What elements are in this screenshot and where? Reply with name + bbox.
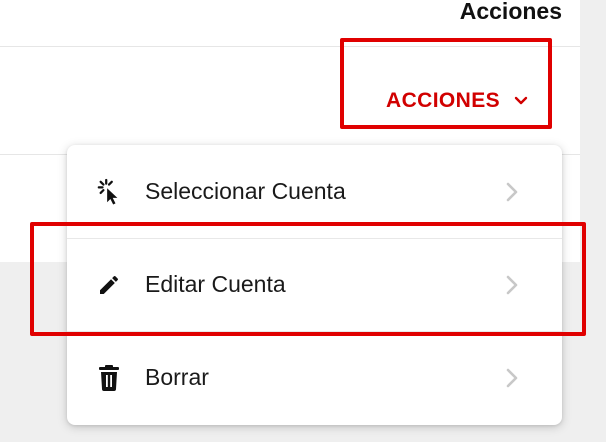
trash-icon (96, 363, 122, 393)
table-header: Acciones (0, 0, 580, 47)
menu-item-label: Seleccionar Cuenta (145, 178, 346, 204)
chevron-right-icon (506, 275, 518, 295)
chevron-down-icon (514, 96, 528, 106)
actions-column-header: Acciones (459, 0, 562, 24)
menu-item-label: Editar Cuenta (145, 271, 286, 297)
pencil-icon (96, 270, 122, 300)
chevron-right-icon (506, 368, 518, 388)
cursor-click-icon (96, 177, 122, 207)
actions-menu: Seleccionar Cuenta Editar Cuenta Borrar (67, 145, 562, 425)
menu-item-seleccionar-cuenta[interactable]: Seleccionar Cuenta (67, 145, 562, 239)
menu-item-editar-cuenta[interactable]: Editar Cuenta (67, 238, 562, 332)
actions-button-label: ACCIONES (386, 89, 501, 112)
menu-item-borrar[interactable]: Borrar (67, 331, 562, 424)
menu-item-label: Borrar (145, 364, 209, 390)
actions-dropdown-button[interactable]: ACCIONES (386, 88, 528, 114)
chevron-right-icon (506, 182, 518, 202)
